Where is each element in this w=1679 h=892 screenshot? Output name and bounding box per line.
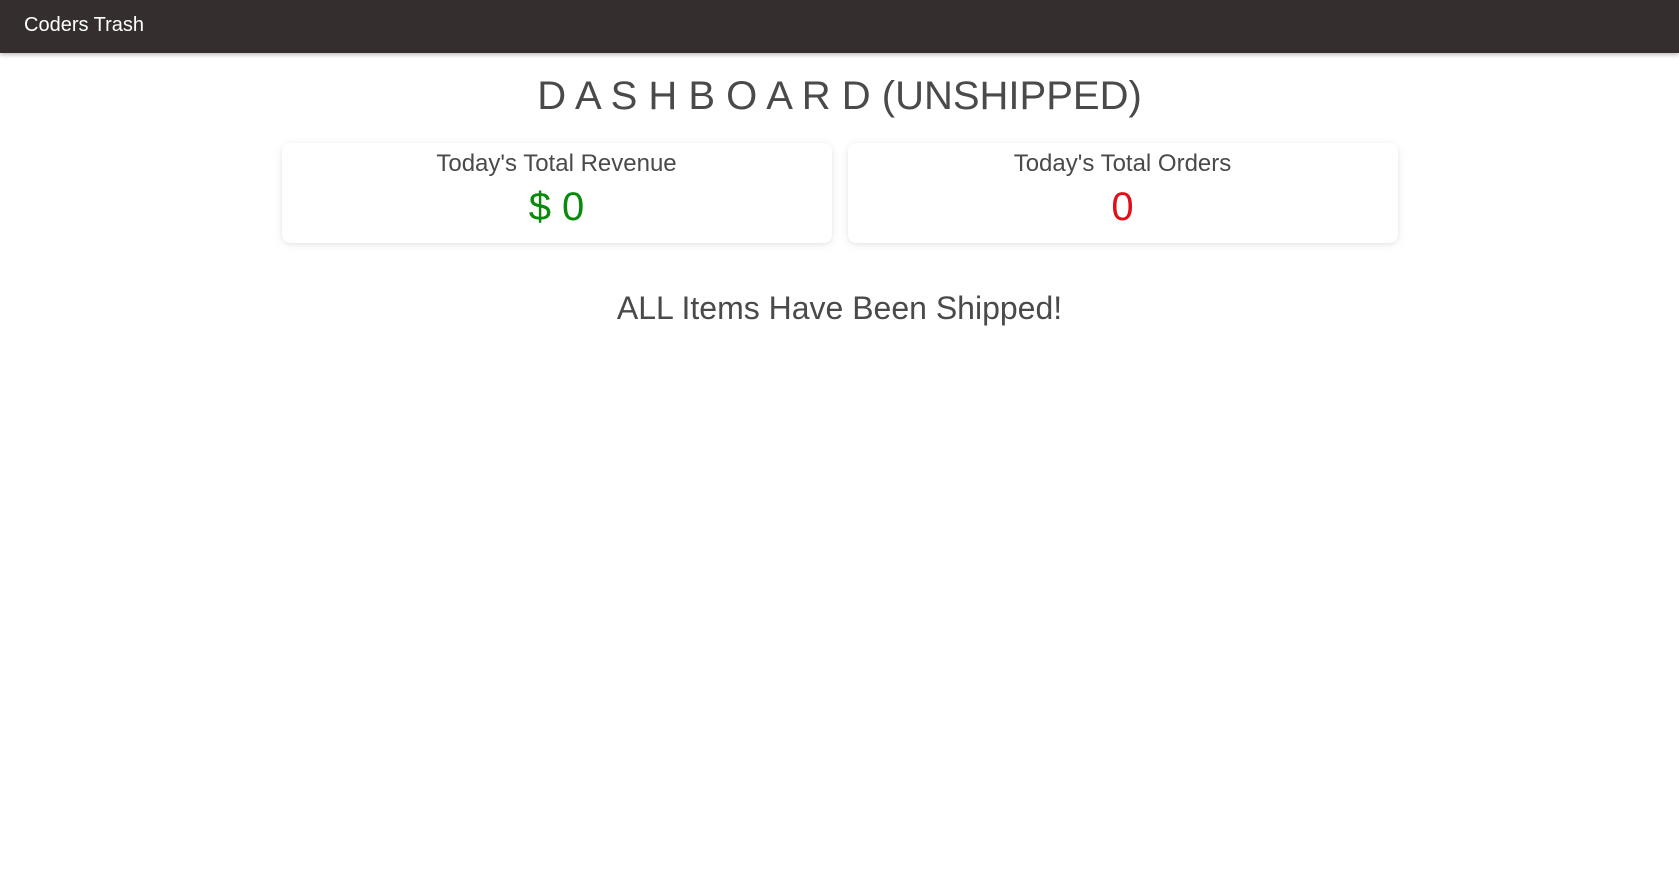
dashboard-main: D A S H B O A R D (UNSHIPPED) Today's To…	[0, 70, 1679, 328]
summary-cards: Today's Total Revenue $ 0 Today's Total …	[0, 143, 1679, 243]
revenue-value: $ 0	[528, 185, 585, 229]
orders-card: Today's Total Orders 0	[847, 143, 1398, 243]
orders-value: 0	[1111, 185, 1134, 229]
orders-label: Today's Total Orders	[1013, 150, 1232, 177]
page-title: D A S H B O A R D (UNSHIPPED)	[537, 74, 1142, 118]
navbar: Coders Trash	[0, 0, 1679, 53]
shipped-status-message: ALL Items Have Been Shipped!	[616, 290, 1063, 326]
revenue-label: Today's Total Revenue	[436, 150, 677, 177]
brand-link[interactable]: Coders Trash	[24, 15, 144, 35]
revenue-card: Today's Total Revenue $ 0	[281, 143, 832, 243]
